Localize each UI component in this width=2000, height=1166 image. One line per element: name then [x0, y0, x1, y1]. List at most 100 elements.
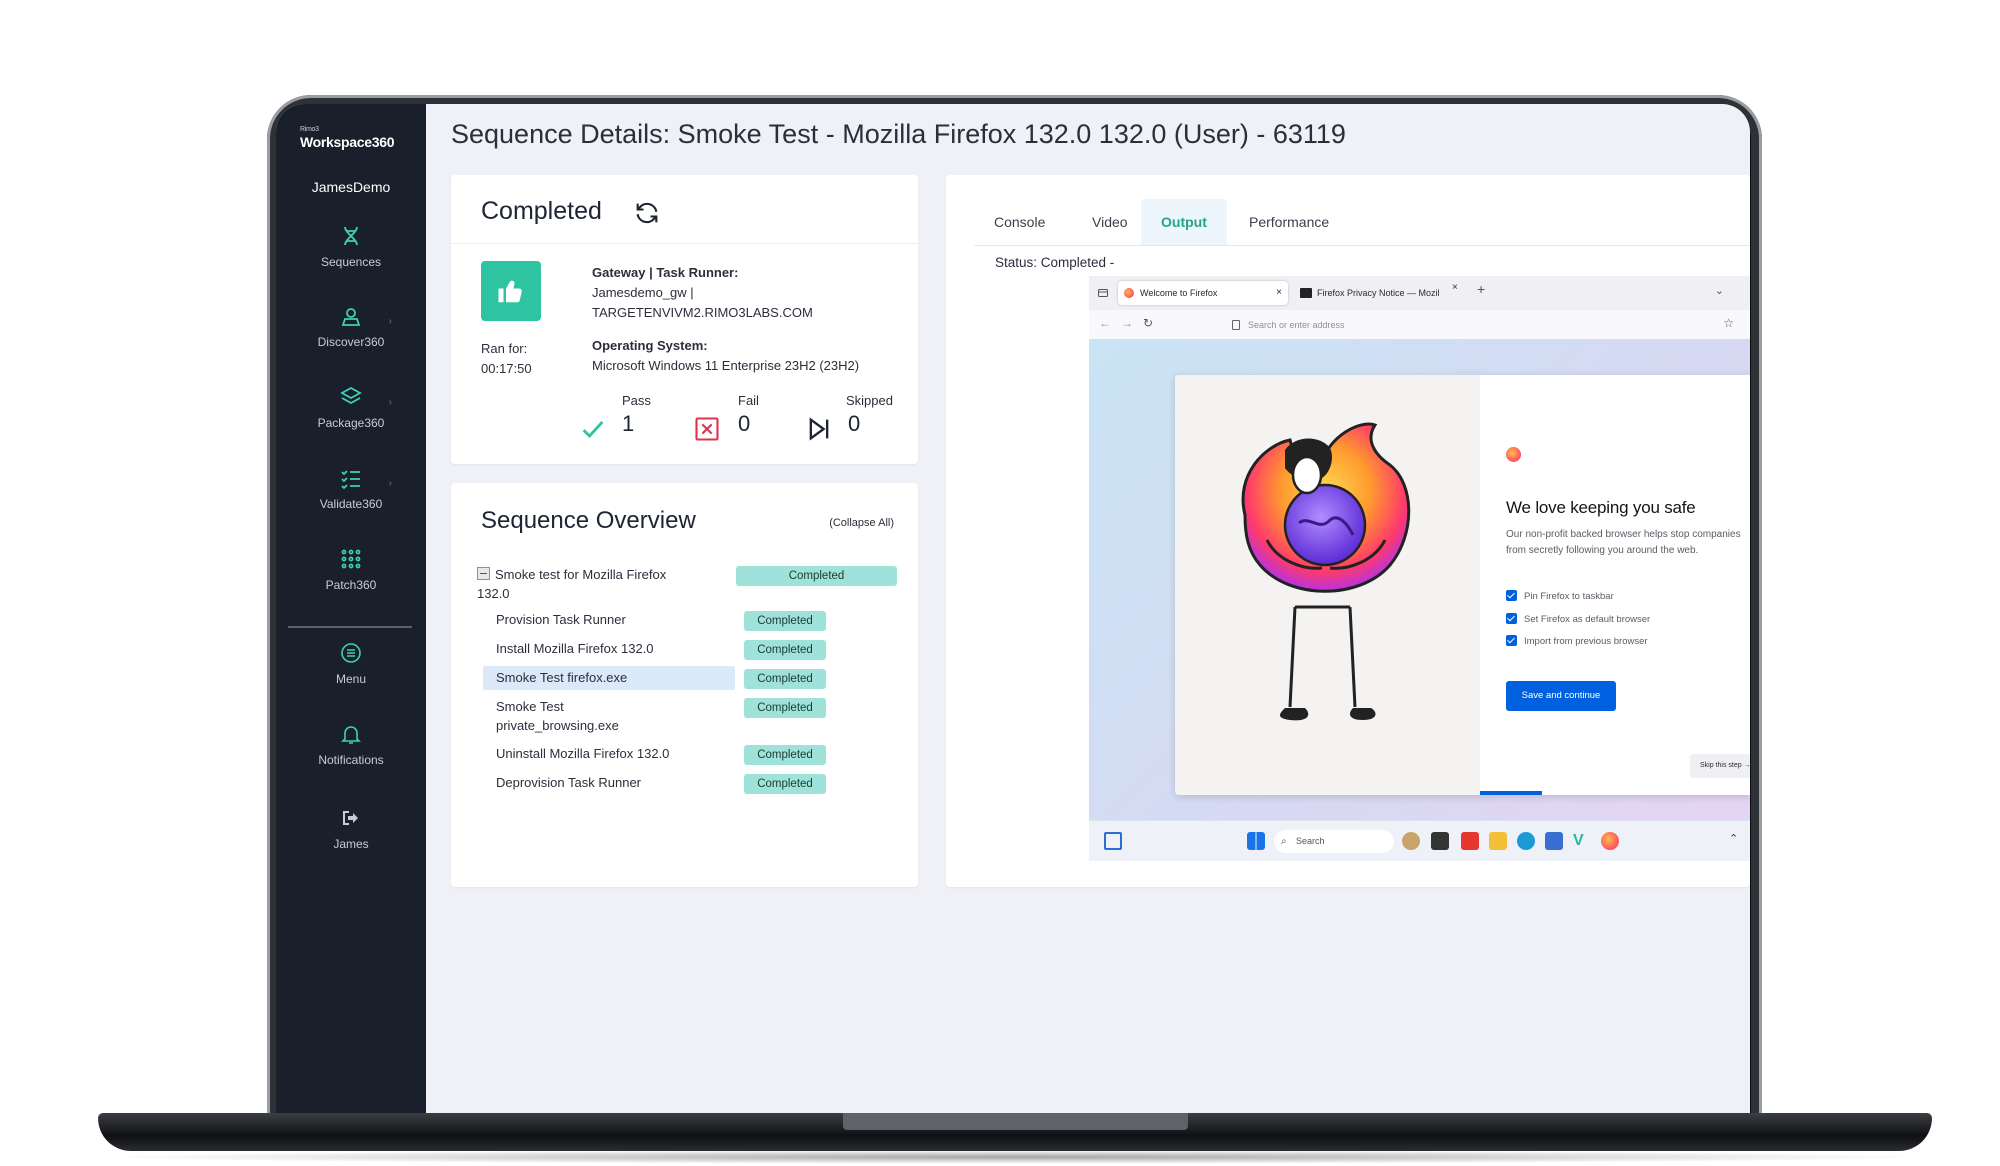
sidebar-item-label: Patch360	[325, 578, 377, 592]
tab-console[interactable]: Console	[974, 199, 1065, 245]
sidebar-item-menu[interactable]: Menu	[276, 641, 426, 686]
browser-tabstrip: Welcome to Firefox × Firefox Privacy Not…	[1089, 276, 1750, 310]
weather-icon	[1402, 832, 1420, 850]
sidebar-item-james[interactable]: James	[276, 806, 426, 851]
checkbox-label: Set Firefox as default browser	[1524, 614, 1651, 625]
checkbox-default-browser: Set Firefox as default browser	[1506, 613, 1650, 625]
pass-count: 1	[622, 411, 635, 436]
checkbox-checked-icon	[1506, 613, 1517, 624]
welcome-illustration	[1175, 375, 1480, 795]
tree-root-label-cont: 132.0	[477, 586, 510, 601]
welcome-dialog: We love keeping you safe Our non-profit …	[1175, 375, 1750, 795]
browser-tab-privacy: Firefox Privacy Notice — Mozil	[1295, 281, 1460, 305]
discover-icon	[339, 304, 363, 328]
chevron-down-icon: ⌄	[1714, 285, 1724, 297]
onboarding-progress	[1480, 791, 1542, 795]
checkbox-import: Import from previous browser	[1506, 635, 1648, 647]
chevron-right-icon: ›	[388, 316, 392, 327]
save-and-continue-button: Save and continue	[1506, 681, 1616, 711]
widgets-icon	[1104, 832, 1122, 850]
sidebar-item-label: Menu	[335, 672, 367, 686]
task-runner-value: TARGETENVIVM2.RIMO3LABS.COM	[592, 305, 813, 320]
sidebar-item-label: Validate360	[319, 497, 383, 511]
status-badge: Completed	[744, 774, 826, 794]
tab-list-icon	[1098, 289, 1108, 297]
list-item[interactable]: Smoke Test private_browsing.exe	[496, 697, 619, 735]
app-logo[interactable]: Rimo3 Workspace360	[300, 126, 395, 150]
status-badge: Completed	[744, 745, 826, 765]
ran-for: Ran for: 00:17:50	[481, 339, 532, 379]
sequence-overview-card: Sequence Overview (Collapse All) Smoke t…	[451, 483, 918, 887]
sidebar-item-label: Discover360	[317, 335, 385, 349]
tree-root-label: Smoke test for Mozilla Firefox	[495, 567, 667, 582]
chevron-right-icon: ›	[388, 478, 392, 489]
checkbox-label: Import from previous browser	[1524, 636, 1648, 647]
browser-navbar: ← → ↻ Search or enter address ☆	[1089, 310, 1750, 340]
taskbar-search: ⌕ Search	[1274, 830, 1394, 853]
run-status: Completed	[481, 197, 602, 225]
collapse-all-link[interactable]: (Collapse All)	[829, 517, 894, 529]
tree-root[interactable]: Smoke test for Mozilla Firefox 132.0	[477, 565, 666, 603]
forward-icon: →	[1121, 316, 1133, 330]
tab-video[interactable]: Video	[1072, 199, 1148, 245]
sidebar-divider	[288, 626, 412, 628]
close-icon: ×	[1452, 282, 1458, 293]
ran-for-value: 00:17:50	[481, 361, 532, 376]
divider	[451, 243, 918, 244]
status-card: Completed Ran for: 00:17:50 Gateway | Ta…	[451, 175, 918, 464]
overview-title: Sequence Overview	[481, 507, 696, 534]
os-label: Operating System:	[592, 338, 708, 353]
browser-tab-label: Welcome to Firefox	[1140, 288, 1218, 298]
gateway-value: Jamesdemo_gw |	[592, 285, 694, 300]
brand-name: Workspace360	[300, 134, 395, 150]
list-item-label: Smoke Test	[496, 699, 564, 714]
output-panel: Console Video Output Performance Status:…	[946, 175, 1750, 887]
skipped-count: 0	[848, 411, 861, 436]
menu-icon	[339, 641, 363, 665]
store-icon	[1545, 832, 1563, 850]
sidebar-item-discover360[interactable]: › Discover360	[276, 304, 426, 349]
tab-output[interactable]: Output	[1141, 199, 1227, 245]
skip-step-button: Skip this step →	[1690, 754, 1750, 778]
tab-performance[interactable]: Performance	[1229, 199, 1349, 245]
skip-icon	[809, 417, 829, 441]
fail-x-icon	[695, 417, 719, 441]
chevron-up-icon: ⌃	[1729, 833, 1739, 845]
office-icon	[1461, 832, 1479, 850]
list-item[interactable]: Deprovision Task Runner	[496, 773, 641, 792]
fail-count: 0	[738, 411, 751, 436]
checkbox-checked-icon	[1506, 635, 1517, 646]
address-placeholder: Search or enter address	[1248, 320, 1345, 330]
list-item-selected[interactable]: Smoke Test firefox.exe	[496, 668, 627, 687]
sidebar-item-notifications[interactable]: Notifications	[276, 722, 426, 767]
output-status: Status: Completed -	[995, 255, 1115, 270]
list-item[interactable]: Install Mozilla Firefox 132.0	[496, 639, 654, 658]
sidebar-item-validate360[interactable]: › Validate360	[276, 466, 426, 511]
status-badge: Completed	[736, 566, 897, 586]
sidebar: Rimo3 Workspace360 JamesDemo Sequences ›…	[276, 104, 426, 1114]
new-tab-icon: +	[1477, 281, 1486, 297]
list-item-label-cont: private_browsing.exe	[496, 718, 619, 733]
chevron-right-icon: ›	[388, 397, 392, 408]
mozilla-icon	[1300, 288, 1312, 298]
firefox-hug-illustration	[1241, 422, 1411, 721]
star-icon: ☆	[1723, 316, 1734, 330]
page-title: Sequence Details: Smoke Test - Mozilla F…	[451, 119, 1346, 149]
collapse-minus-icon[interactable]	[477, 567, 490, 580]
checkbox-pin-taskbar: Pin Firefox to taskbar	[1506, 590, 1614, 602]
refresh-icon[interactable]	[633, 199, 661, 227]
sidebar-item-sequences[interactable]: Sequences	[276, 224, 426, 269]
sidebar-item-package360[interactable]: › Package360	[276, 385, 426, 430]
list-item[interactable]: Uninstall Mozilla Firefox 132.0	[496, 744, 669, 763]
status-badge: Completed	[744, 640, 826, 660]
checkbox-checked-icon	[1506, 590, 1517, 601]
checkbox-label: Pin Firefox to taskbar	[1524, 591, 1614, 602]
page-icon	[1232, 320, 1240, 330]
status-badge: Completed	[744, 669, 826, 689]
check-icon	[582, 421, 604, 439]
status-badge: Completed	[744, 698, 826, 718]
browser-address-bar: Search or enter address	[1226, 315, 1696, 335]
list-item[interactable]: Provision Task Runner	[496, 610, 626, 629]
sidebar-item-patch360[interactable]: Patch360	[276, 547, 426, 592]
welcome-form: We love keeping you safe Our non-profit …	[1480, 375, 1750, 795]
